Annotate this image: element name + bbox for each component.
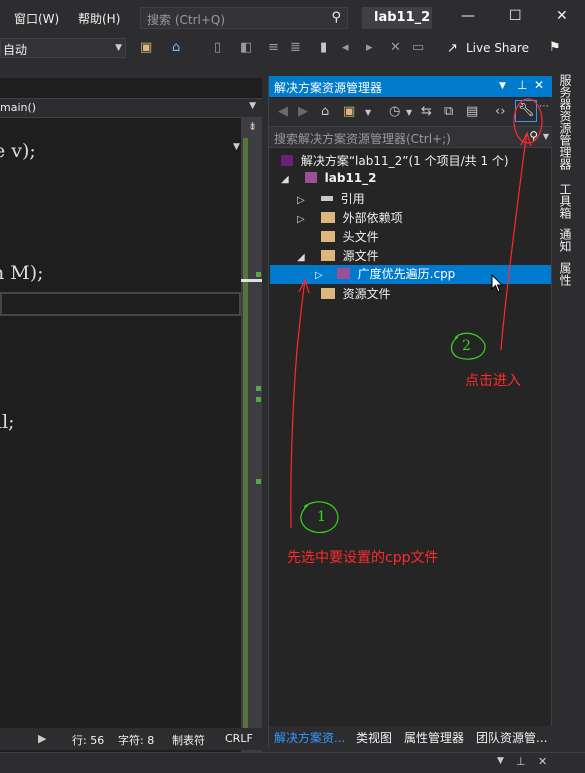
step1-number: 1 [317, 509, 326, 525]
step2-number: 2 [462, 338, 471, 354]
arrow-to-wrench [500, 131, 532, 351]
arrow-to-cpp [290, 278, 310, 529]
step2-text: 点击进入 [465, 373, 521, 389]
step1-text: 先选中要设置的cpp文件 [287, 550, 439, 566]
